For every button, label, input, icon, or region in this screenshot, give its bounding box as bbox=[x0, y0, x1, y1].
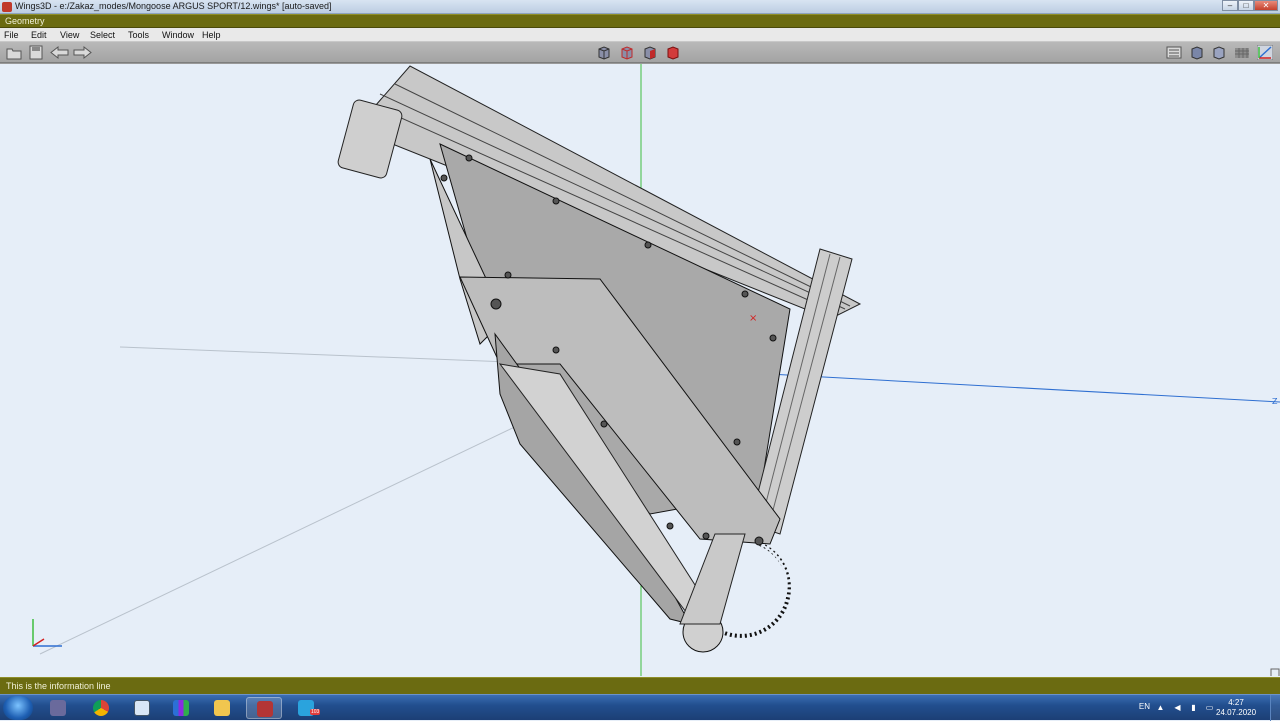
information-text: This is the information line bbox=[6, 681, 111, 691]
show-hidden-icon[interactable]: ▲ bbox=[1156, 703, 1165, 712]
taskbar-app-wings3d[interactable] bbox=[246, 697, 282, 719]
volume-icon[interactable]: ◀ bbox=[1173, 703, 1182, 712]
vertex-mode-icon[interactable] bbox=[596, 45, 612, 60]
resize-grip-icon bbox=[1270, 668, 1280, 676]
grid-icon[interactable] bbox=[1234, 45, 1250, 60]
taskbar-app-explorer[interactable] bbox=[204, 697, 240, 719]
smooth-shade-icon[interactable] bbox=[1189, 45, 1205, 60]
menu-select[interactable]: Select bbox=[90, 30, 115, 40]
menu-bar: File Edit View Select Tools Window Help bbox=[0, 28, 1280, 42]
telegram-badge: 103 bbox=[310, 709, 321, 715]
3d-viewport[interactable]: × Z bbox=[0, 63, 1280, 676]
network-icon[interactable]: ▮ bbox=[1189, 703, 1198, 712]
taskbar-app-telegram[interactable]: 103 bbox=[288, 697, 324, 719]
wireframe-icon[interactable] bbox=[1211, 45, 1227, 60]
menu-window[interactable]: Window bbox=[162, 30, 194, 40]
clock-date: 24.07.2020 bbox=[1216, 708, 1257, 717]
bike-frame-model[interactable]: × Z bbox=[0, 64, 1280, 676]
window-title: Wings3D - e:/Zakaz_modes/Mongoose ARGUS … bbox=[15, 1, 332, 11]
show-desktop-button[interactable] bbox=[1270, 695, 1280, 721]
language-indicator[interactable]: EN bbox=[1139, 702, 1150, 711]
close-button[interactable]: ✕ bbox=[1254, 0, 1278, 11]
start-button[interactable] bbox=[3, 696, 33, 720]
save-icon[interactable] bbox=[28, 45, 44, 60]
taskbar-app-calculator[interactable] bbox=[124, 697, 160, 719]
title-bar: Wings3D - e:/Zakaz_modes/Mongoose ARGUS … bbox=[0, 0, 1280, 14]
window-controls: – □ ✕ bbox=[1222, 0, 1278, 12]
menu-help[interactable]: Help bbox=[202, 30, 221, 40]
outliner-icon[interactable] bbox=[1166, 45, 1182, 60]
taskbar-app-paint[interactable] bbox=[40, 697, 76, 719]
geometry-title-bar: Geometry bbox=[0, 14, 1280, 28]
axes-icon[interactable] bbox=[1257, 45, 1273, 60]
undo-arrow-icon[interactable] bbox=[50, 45, 70, 60]
menu-view[interactable]: View bbox=[60, 30, 79, 40]
taskbar-app-winrar[interactable] bbox=[163, 697, 199, 719]
svg-text:×: × bbox=[749, 313, 757, 324]
face-mode-icon[interactable] bbox=[642, 45, 658, 60]
menu-tools[interactable]: Tools bbox=[128, 30, 149, 40]
edge-mode-icon[interactable] bbox=[619, 45, 635, 60]
maximize-button[interactable]: □ bbox=[1238, 0, 1254, 11]
geometry-label: Geometry bbox=[5, 16, 45, 26]
action-center-icon[interactable]: ▭ bbox=[1205, 703, 1214, 712]
z-axis-label: Z bbox=[1272, 397, 1278, 406]
minimize-button[interactable]: – bbox=[1222, 0, 1238, 11]
taskbar-clock[interactable]: 4:27 24.07.2020 bbox=[1216, 698, 1256, 718]
information-line: This is the information line bbox=[0, 677, 1280, 694]
taskbar-app-chrome[interactable] bbox=[83, 697, 119, 719]
toolbar bbox=[0, 42, 1280, 63]
windows-taskbar: 103 EN ▲ ◀ ▮ ▭ 4:27 24.07.2020 bbox=[0, 694, 1280, 721]
wings3d-app-icon bbox=[2, 2, 12, 12]
menu-file[interactable]: File bbox=[4, 30, 19, 40]
open-icon[interactable] bbox=[6, 45, 22, 60]
mini-x-axis bbox=[32, 638, 45, 647]
clock-time: 4:27 bbox=[1228, 698, 1244, 707]
menu-edit[interactable]: Edit bbox=[31, 30, 47, 40]
redo-arrow-icon[interactable] bbox=[72, 45, 92, 60]
body-mode-icon[interactable] bbox=[665, 45, 681, 60]
